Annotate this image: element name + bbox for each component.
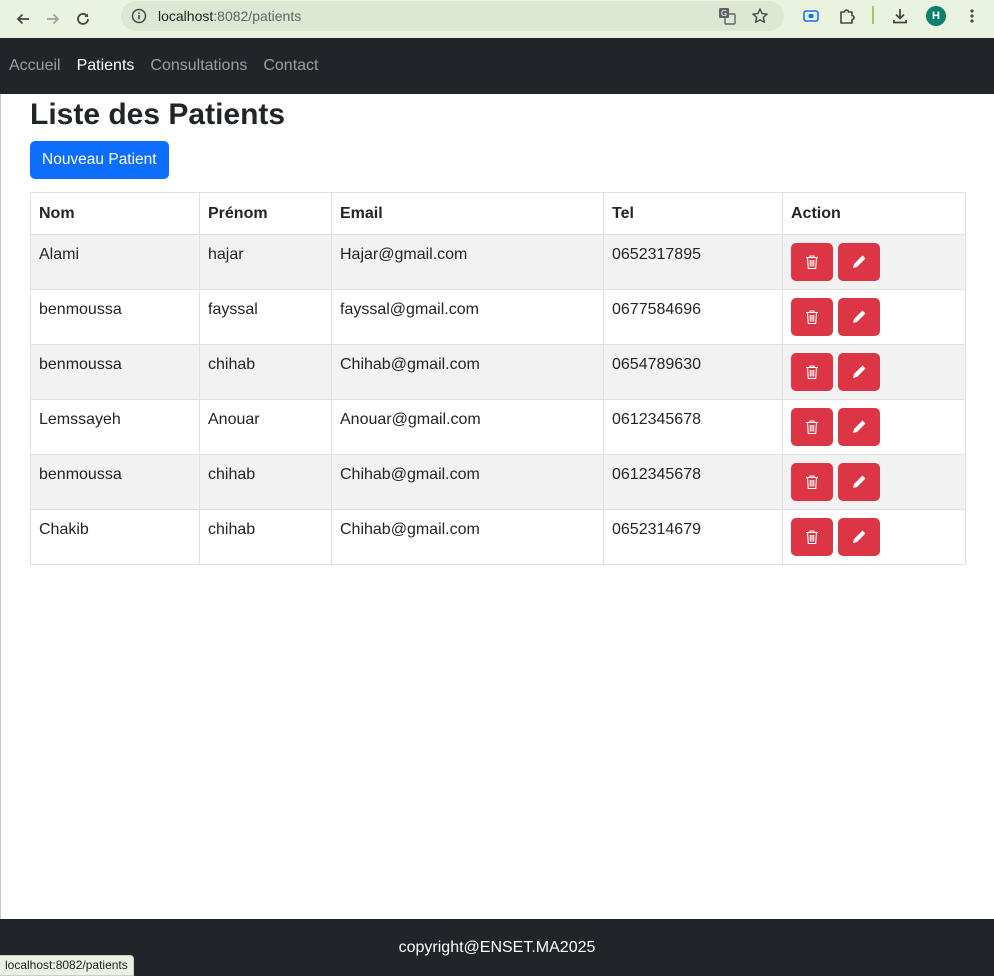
star-icon[interactable]: [749, 5, 771, 27]
browser-toolbar: localhost:8082/patients G H: [0, 0, 994, 38]
edit-button[interactable]: [838, 243, 881, 281]
download-icon[interactable]: [887, 3, 913, 29]
translate-icon[interactable]: G: [716, 5, 738, 27]
cell-prenom: fayssal: [199, 289, 332, 345]
cell-tel: 0612345678: [603, 399, 783, 455]
pencil-icon: [853, 365, 866, 378]
pencil-icon: [853, 530, 866, 543]
table-row: Alami hajar Hajar@gmail.com 0652317895: [30, 234, 966, 290]
cell-prenom: hajar: [199, 234, 332, 290]
cell-actions: [782, 344, 966, 400]
cell-actions: [782, 289, 966, 345]
footer-copyright: copyright@ENSET.MA2025: [398, 938, 596, 956]
cell-nom: Lemssayeh: [30, 399, 200, 455]
cell-email: Chihab@gmail.com: [331, 344, 604, 400]
puzzle-icon[interactable]: [834, 3, 860, 29]
cell-nom: benmoussa: [30, 289, 200, 345]
cell-tel: 0652314679: [603, 509, 783, 565]
forward-arrow-icon[interactable]: [38, 4, 68, 34]
pencil-icon: [853, 475, 866, 488]
column-header-prenom: Prénom: [199, 192, 332, 235]
nav-link-accueil[interactable]: Accueil: [9, 57, 61, 75]
cell-nom: benmoussa: [30, 344, 200, 400]
delete-button[interactable]: [791, 518, 833, 556]
nav-link-consultations[interactable]: Consultations: [150, 57, 247, 75]
reload-icon[interactable]: [68, 4, 98, 34]
cell-tel: 0677584696: [603, 289, 783, 345]
page-footer: copyright@ENSET.MA2025: [0, 919, 994, 976]
edit-button[interactable]: [838, 463, 881, 501]
pencil-icon: [853, 420, 866, 433]
cell-actions: [782, 454, 966, 510]
delete-button[interactable]: [791, 353, 833, 391]
nav-link-contact[interactable]: Contact: [263, 57, 318, 75]
table-header-row: Nom Prénom Email Tel Action: [30, 192, 966, 235]
cell-prenom: chihab: [199, 454, 332, 510]
site-info-icon[interactable]: [128, 5, 150, 27]
trash-icon: [806, 530, 818, 545]
cell-nom: Alami: [30, 234, 200, 290]
new-patient-button[interactable]: Nouveau Patient: [30, 141, 169, 179]
delete-button[interactable]: [791, 408, 833, 446]
trash-icon: [806, 255, 818, 270]
delete-button[interactable]: [791, 298, 833, 336]
delete-button[interactable]: [791, 243, 833, 281]
table-row: benmoussa chihab Chihab@gmail.com 065478…: [30, 344, 966, 400]
table-row: benmoussa fayssal fayssal@gmail.com 0677…: [30, 289, 966, 345]
cell-tel: 0612345678: [603, 454, 783, 510]
trash-icon: [806, 475, 818, 490]
cell-email: fayssal@gmail.com: [331, 289, 604, 345]
address-url: localhost:8082/patients: [158, 8, 302, 24]
cell-email: Anouar@gmail.com: [331, 399, 604, 455]
trash-icon: [806, 420, 818, 435]
pencil-icon: [853, 255, 866, 268]
edit-button[interactable]: [838, 518, 881, 556]
toolbar-divider: [872, 6, 874, 24]
main-content: Liste des Patients Nouveau Patient Nom P…: [30, 94, 966, 565]
table-row: Lemssayeh Anouar Anouar@gmail.com 061234…: [30, 399, 966, 455]
delete-button[interactable]: [791, 463, 833, 501]
cell-actions: [782, 399, 966, 455]
svg-text:G: G: [721, 9, 727, 18]
edit-button[interactable]: [838, 353, 881, 391]
cell-actions: [782, 234, 966, 290]
table-row: benmoussa chihab Chihab@gmail.com 061234…: [30, 454, 966, 510]
profile-avatar[interactable]: H: [923, 3, 949, 29]
cell-tel: 0654789630: [603, 344, 783, 400]
cell-tel: 0652317895: [603, 234, 783, 290]
nav-link-patients[interactable]: Patients: [77, 57, 135, 75]
edit-button[interactable]: [838, 298, 881, 336]
cell-nom: Chakib: [30, 509, 200, 565]
column-header-tel: Tel: [603, 192, 783, 235]
table-row: Chakib chihab Chihab@gmail.com 065231467…: [30, 509, 966, 565]
cell-nom: benmoussa: [30, 454, 200, 510]
status-bar-url: localhost:8082/patients: [0, 955, 134, 976]
trash-icon: [806, 365, 818, 380]
cell-prenom: Anouar: [199, 399, 332, 455]
main-navbar: Accueil Patients Consultations Contact: [0, 38, 994, 94]
trash-icon: [806, 310, 818, 325]
cell-actions: [782, 509, 966, 565]
column-header-nom: Nom: [30, 192, 200, 235]
cell-prenom: chihab: [199, 344, 332, 400]
column-header-email: Email: [331, 192, 604, 235]
kebab-menu-icon[interactable]: [959, 3, 985, 29]
cell-email: Chihab@gmail.com: [331, 454, 604, 510]
page-title: Liste des Patients: [30, 98, 286, 131]
cell-prenom: chihab: [199, 509, 332, 565]
address-bar[interactable]: localhost:8082/patients G: [121, 1, 784, 31]
cell-email: Chihab@gmail.com: [331, 509, 604, 565]
edit-button[interactable]: [838, 408, 881, 446]
extension-icon[interactable]: [798, 3, 824, 29]
column-header-action: Action: [782, 192, 966, 235]
viewport-edge: [0, 94, 1, 919]
back-arrow-icon[interactable]: [8, 4, 38, 34]
pencil-icon: [853, 310, 866, 323]
patients-table: Nom Prénom Email Tel Action Alami hajar …: [30, 192, 966, 565]
cell-email: Hajar@gmail.com: [331, 234, 604, 290]
